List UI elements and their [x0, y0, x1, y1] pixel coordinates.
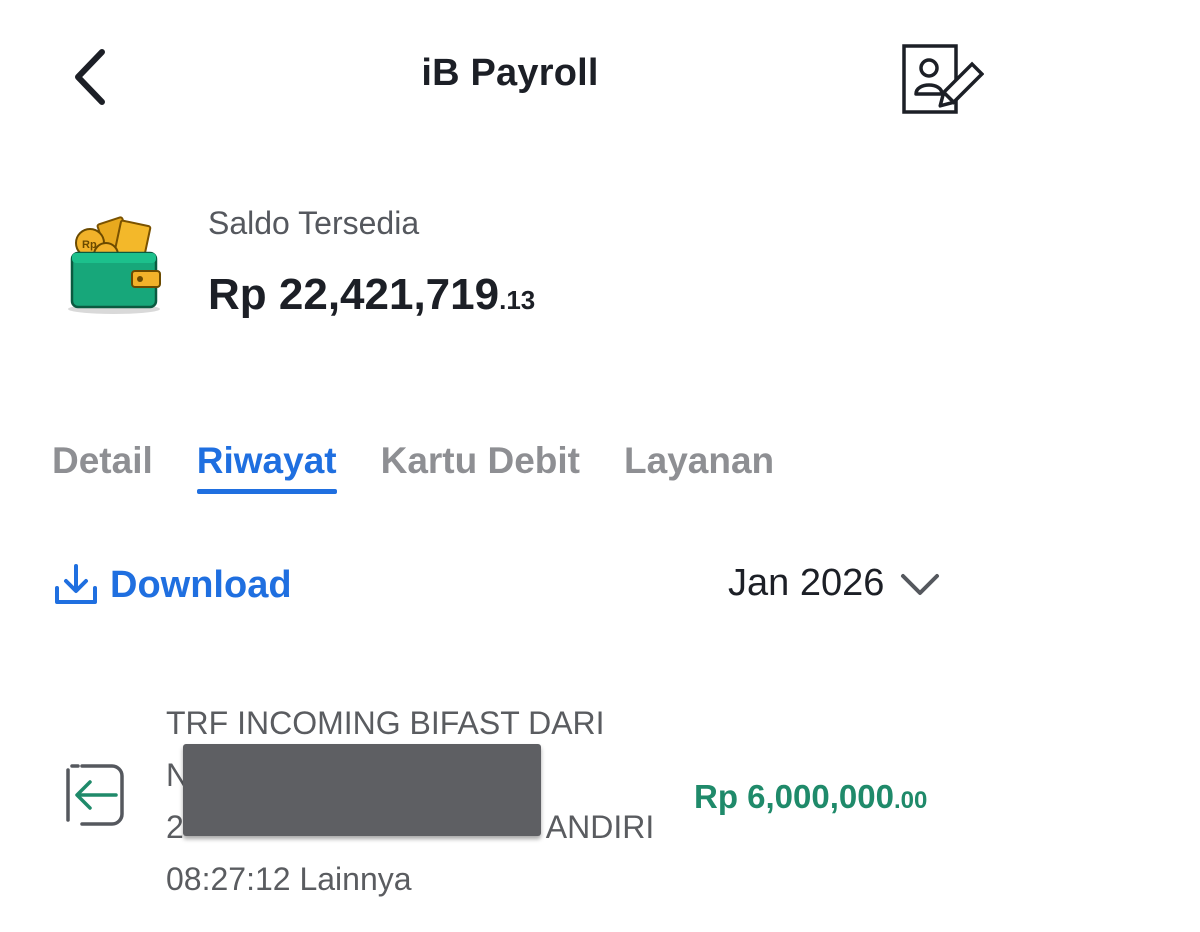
balance-amount: Rp 22,421,719.13 [208, 270, 535, 320]
transaction-line-3-start: 2 [166, 809, 184, 845]
wallet-icon: Rp [62, 215, 172, 320]
download-icon [55, 564, 97, 604]
screen: iB Payroll Rp Saldo Tersedia Rp 22,421,7… [0, 0, 1200, 932]
month-select[interactable]: Jan 2026 [728, 562, 942, 605]
download-button[interactable]: Download [52, 562, 292, 608]
edit-profile-icon [902, 44, 985, 114]
transaction-amount-main: Rp 6,000,000 [694, 778, 894, 815]
tab-riwayat[interactable]: Riwayat [196, 440, 337, 494]
tab-bar: Detail Riwayat Kartu Debit Layanan [52, 440, 774, 494]
transaction-amount-cents: .00 [893, 787, 928, 814]
month-value: Jan 2026 [728, 562, 885, 604]
tab-kartu-debit[interactable]: Kartu Debit [381, 440, 580, 494]
balance-amount-cents: .13 [499, 285, 536, 315]
page-title: iB Payroll [421, 52, 599, 94]
download-label: Download [110, 563, 292, 606]
transaction-line-4: 08:27:12 Lainnya [166, 861, 412, 897]
balance-label: Saldo Tersedia [208, 205, 420, 241]
transaction-line-1: TRF INCOMING BIFAST DARI [166, 705, 605, 741]
tab-layanan[interactable]: Layanan [624, 440, 774, 494]
chevron-down-icon [901, 573, 940, 595]
transaction-line-3-end: ANDIRI [545, 809, 655, 845]
transaction-amount: Rp 6,000,000.00 [694, 778, 927, 816]
tab-detail[interactable]: Detail [52, 440, 153, 494]
redaction-block [183, 744, 541, 836]
incoming-transfer-icon [64, 762, 126, 828]
balance-amount-main: Rp 22,421,719 [208, 270, 500, 319]
edit-profile-button[interactable] [898, 40, 985, 120]
